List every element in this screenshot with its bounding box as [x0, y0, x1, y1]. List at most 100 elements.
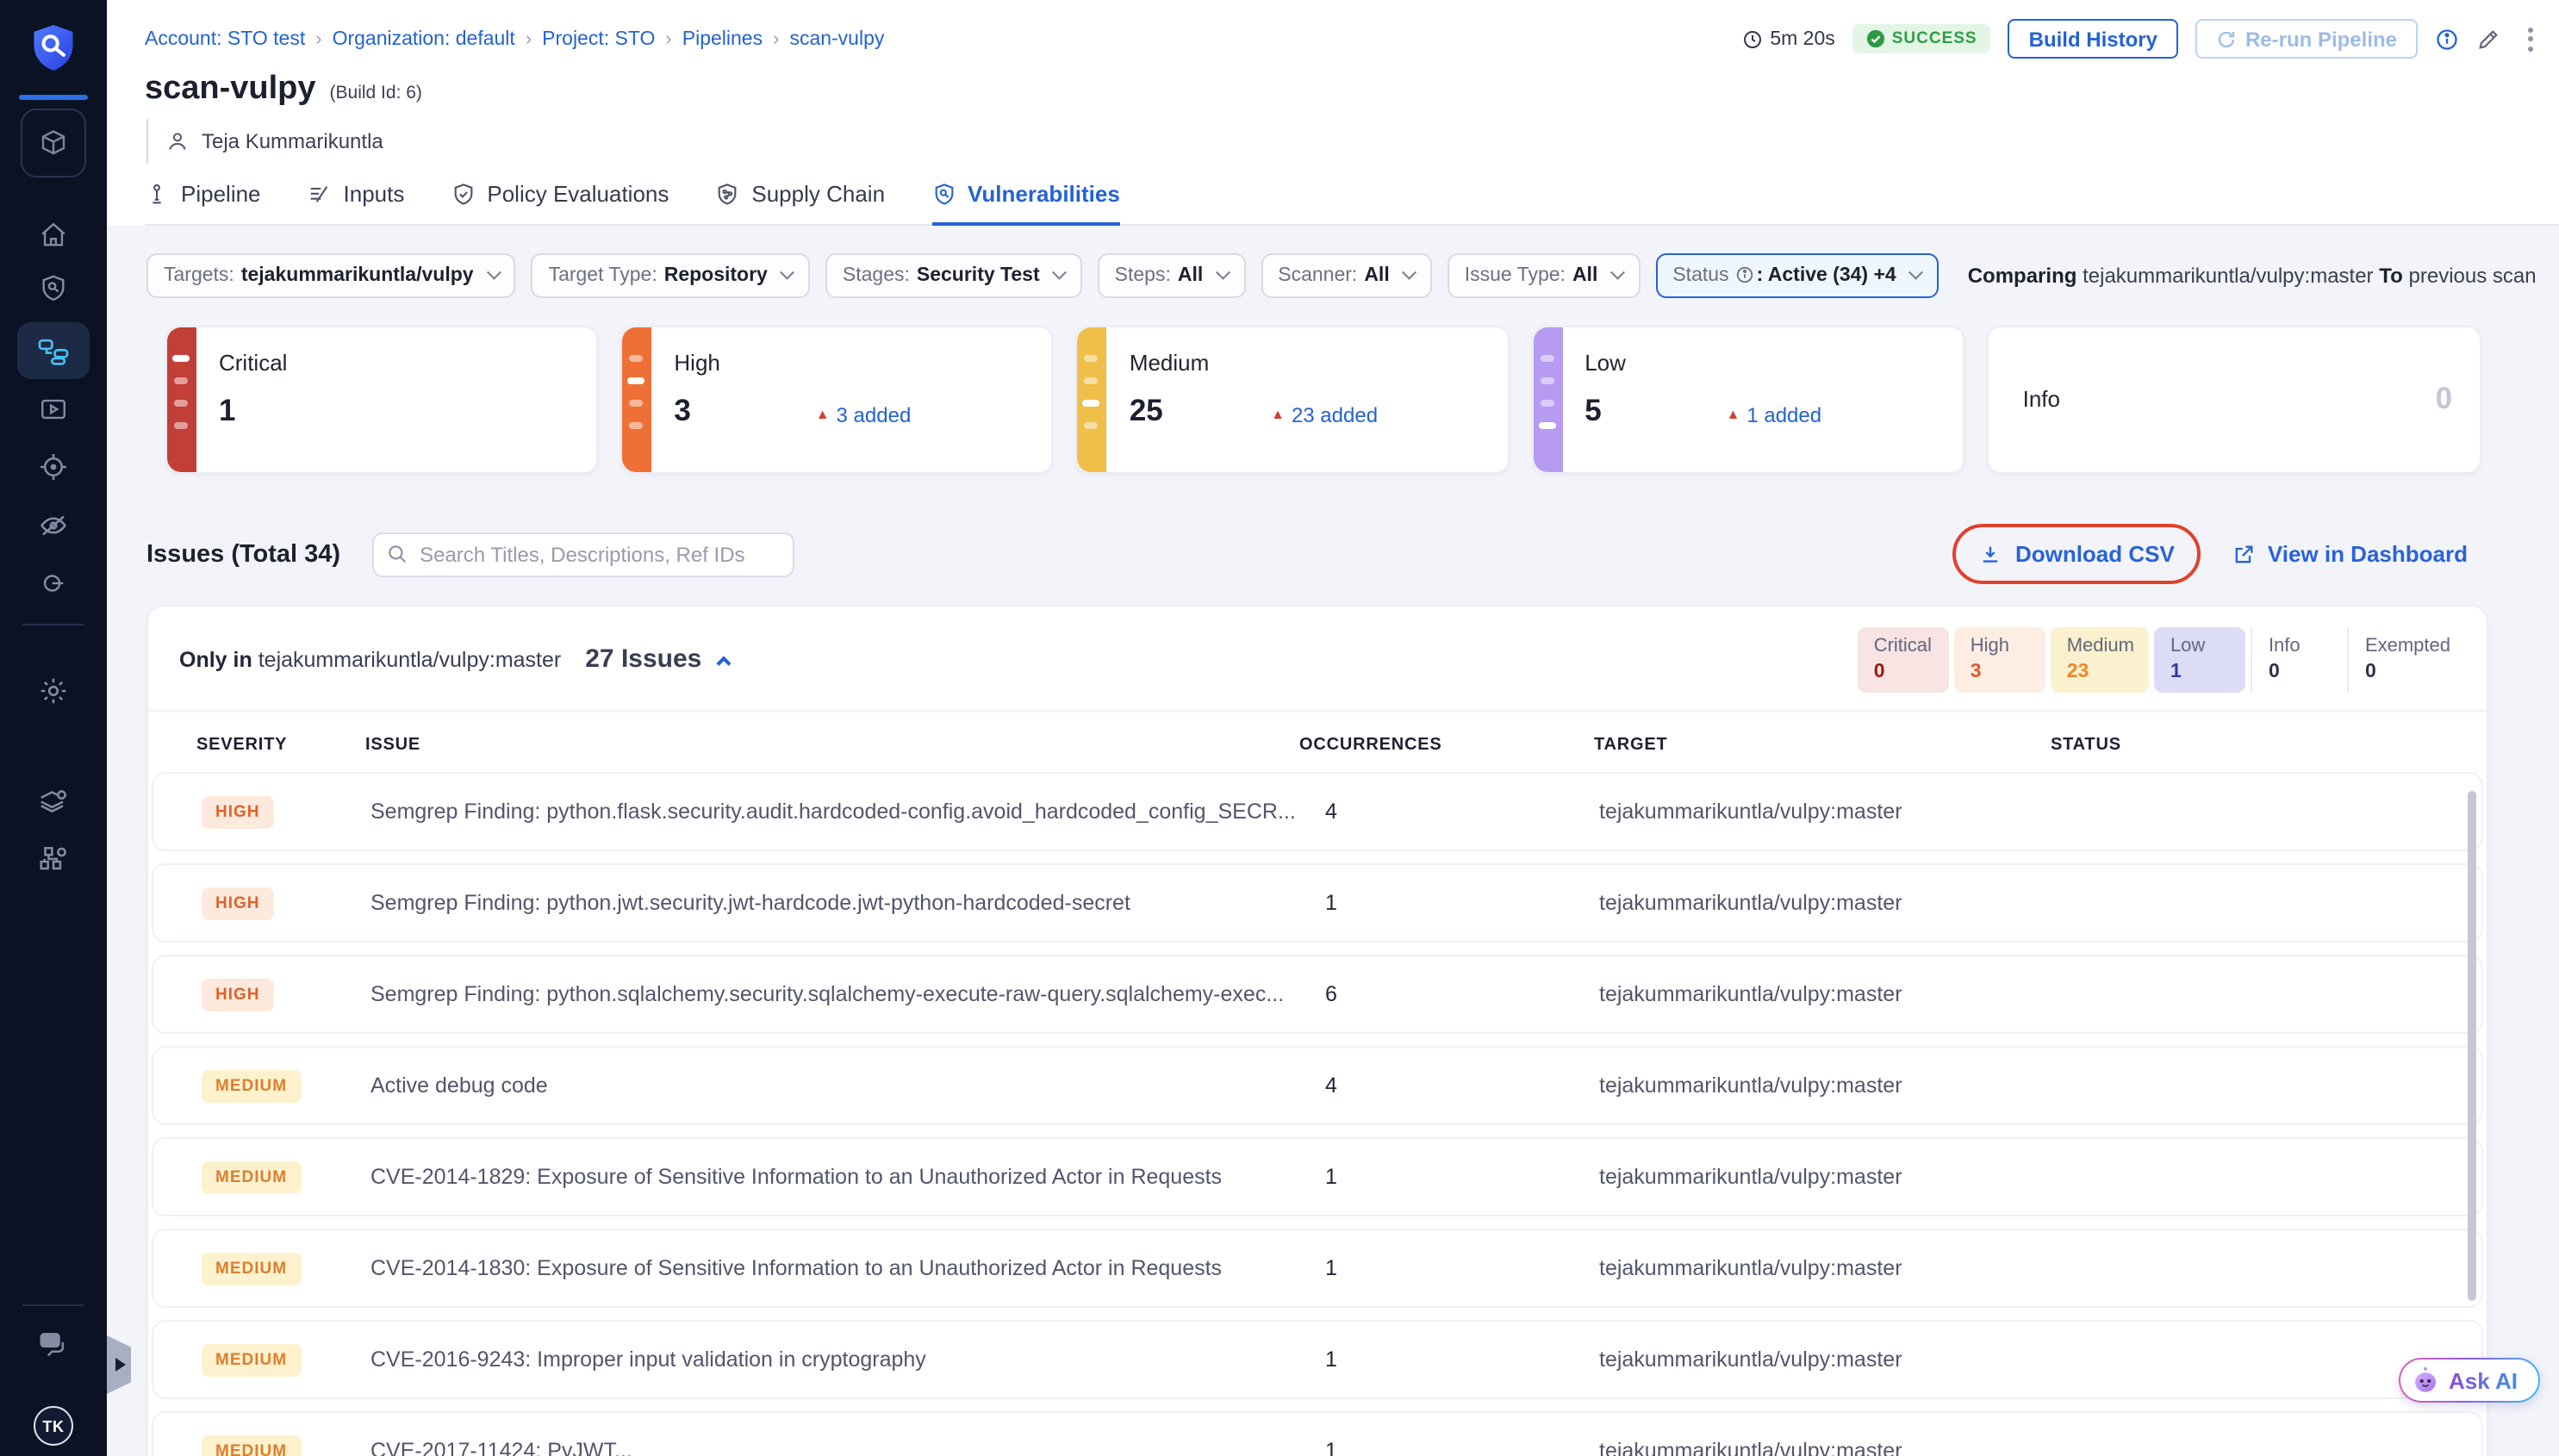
refresh-icon	[2216, 28, 2237, 49]
overview-scan-shield-icon[interactable]	[39, 274, 68, 303]
high-card[interactable]: High 3 ▲3 added	[620, 325, 1053, 473]
left-nav-sidebar: ? TK	[0, 0, 107, 1456]
chevron-down-icon	[1611, 265, 1625, 279]
view-in-dashboard-button[interactable]: View in Dashboard	[2232, 541, 2468, 567]
critical-card[interactable]: Critical 1	[165, 325, 598, 473]
org-settings-icon[interactable]	[37, 843, 70, 875]
default-settings-layers-icon[interactable]	[37, 784, 70, 817]
info-icon	[1736, 265, 1755, 284]
edit-pencil-icon[interactable]	[2476, 27, 2500, 51]
table-row[interactable]: HIGH Semgrep Finding: python.jwt.securit…	[152, 862, 2483, 942]
clock-icon	[1742, 28, 1763, 49]
download-csv-button[interactable]: Download CSV	[1979, 541, 2175, 567]
filters-row: Targets:tejakummarikuntla/vulpy Target T…	[146, 252, 2488, 297]
help-chat-icon[interactable]: ?	[37, 1330, 70, 1360]
ai-robot-icon	[2411, 1366, 2440, 1395]
breadcrumb-project[interactable]: Project: STO	[542, 28, 655, 49]
module-selector-cube-icon[interactable]	[21, 109, 86, 177]
table-scrollbar[interactable]	[2468, 790, 2476, 1300]
severity-badge: HIGH	[202, 887, 274, 919]
breadcrumb-separator: ›	[315, 28, 321, 49]
filter-steps[interactable]: Steps:All	[1098, 252, 1246, 297]
critical-strip	[167, 327, 196, 471]
badge-critical: Critical0	[1859, 626, 1950, 692]
user-avatar[interactable]: TK	[34, 1406, 73, 1446]
execution-tabs: Pipeline Inputs Policy Evaluations Suppl…	[145, 164, 2559, 225]
test-targets-icon[interactable]	[38, 451, 69, 482]
table-row[interactable]: MEDIUM CVE-2014-1829: Exposure of Sensit…	[152, 1136, 2483, 1216]
severity-badge: MEDIUM	[202, 1252, 301, 1285]
tab-pipeline[interactable]: Pipeline	[145, 181, 261, 223]
medium-card[interactable]: Medium 25 ▲23 added	[1076, 325, 1509, 473]
breadcrumb-current[interactable]: scan-vulpy	[789, 28, 884, 49]
issues-search	[371, 532, 794, 576]
breadcrumb-separator: ›	[665, 28, 671, 49]
tickets-icon[interactable]	[39, 569, 68, 598]
issues-total-heading: Issues (Total 34)	[146, 540, 340, 568]
chevron-down-icon	[781, 265, 795, 279]
info-icon[interactable]	[2435, 27, 2459, 51]
breadcrumb-org[interactable]: Organization: default	[333, 28, 515, 49]
filter-status[interactable]: Status : Active (34) +4	[1655, 252, 1938, 297]
build-history-button[interactable]: Build History	[2008, 19, 2178, 59]
tab-policy-evaluations[interactable]: Policy Evaluations	[451, 181, 669, 223]
home-icon[interactable]	[39, 221, 68, 250]
filter-target-type[interactable]: Target Type:Repository	[532, 252, 810, 297]
tab-vulnerabilities[interactable]: Vulnerabilities	[931, 181, 1120, 226]
badge-low: Low1	[2155, 626, 2246, 692]
low-card[interactable]: Low 5 ▲1 added	[1531, 325, 1964, 473]
logo-divider	[19, 95, 88, 100]
delta-up-icon: ▲	[1727, 407, 1740, 422]
severity-badge: MEDIUM	[202, 1434, 301, 1456]
more-options-icon[interactable]	[2518, 23, 2543, 54]
filter-issue-type[interactable]: Issue Type:All	[1448, 252, 1641, 297]
badge-exempted: Exempted0	[2348, 626, 2466, 692]
table-header: SEVERITYISSUE OCCURRENCESTARGET STATUS	[148, 735, 2487, 754]
status-badge: SUCCESS	[1852, 24, 1991, 53]
app-window: ? TK Account: STO test › Organization: de…	[0, 0, 2559, 1456]
table-row[interactable]: MEDIUM CVE-2014-1830: Exposure of Sensit…	[152, 1228, 2483, 1307]
exemptions-eye-slash-icon[interactable]	[38, 510, 69, 541]
table-row[interactable]: MEDIUM CVE-2017-11424: PyJWT... 1 tejaku…	[152, 1410, 2483, 1456]
severity-badge: HIGH	[202, 978, 274, 1011]
severity-badge: MEDIUM	[202, 1343, 301, 1376]
only-in-row: Only in tejakummarikuntla/vulpy:master 2…	[148, 606, 2487, 711]
breadcrumb-account[interactable]: Account: STO test	[145, 28, 305, 49]
sidebar-bottom-divider	[22, 1304, 84, 1306]
info-card[interactable]: Info 0	[1987, 325, 2481, 473]
table-row[interactable]: HIGH Semgrep Finding: python.flask.secur…	[152, 771, 2483, 850]
severity-summary-cards: Critical 1 High 3 ▲3 added Medium 25 ▲23…	[165, 325, 2481, 473]
breadcrumb-separator: ›	[526, 28, 532, 49]
search-icon	[385, 542, 408, 564]
table-row[interactable]: MEDIUM Active debug code 4 tejakummariku…	[152, 1045, 2483, 1124]
table-row[interactable]: HIGH Semgrep Finding: python.sqlalchemy.…	[152, 954, 2483, 1033]
filter-scanner[interactable]: Scanner:All	[1261, 252, 1431, 297]
user-icon	[165, 129, 190, 153]
tab-supply-chain[interactable]: Supply Chain	[715, 181, 885, 223]
breadcrumb: Account: STO test › Organization: default…	[145, 28, 884, 49]
check-circle-icon	[1866, 29, 1885, 48]
pipelines-nav-icon[interactable]	[17, 322, 90, 379]
sto-logo-shield-icon[interactable]	[30, 22, 77, 74]
search-input[interactable]	[371, 532, 794, 576]
filter-targets[interactable]: Targets:tejakummarikuntla/vulpy	[146, 252, 516, 297]
severity-count-badges: Critical0 High3 Medium23 Low1 Info0 Exem…	[1853, 626, 2466, 692]
collapse-chevron-up-icon[interactable]	[717, 656, 732, 671]
chevron-down-icon	[1909, 265, 1923, 279]
settings-gear-icon[interactable]	[38, 675, 69, 706]
badge-medium: Medium23	[2052, 626, 2150, 692]
inputs-icon	[308, 183, 332, 207]
tab-inputs[interactable]: Inputs	[308, 181, 405, 223]
sidebar-divider	[22, 624, 84, 625]
breadcrumb-pipelines[interactable]: Pipelines	[682, 28, 763, 49]
chevron-down-icon	[1403, 265, 1416, 279]
table-row[interactable]: MEDIUM CVE-2016-9243: Improper input val…	[152, 1319, 2483, 1398]
delta-up-icon: ▲	[816, 407, 830, 422]
filter-stages[interactable]: Stages:Security Test	[825, 252, 1082, 297]
svg-text:?: ?	[47, 1334, 54, 1347]
triggered-by-row: Teja Kummarikuntla	[146, 119, 2559, 164]
ask-ai-button[interactable]: Ask AI	[2399, 1358, 2540, 1403]
rerun-pipeline-button[interactable]: Re-run Pipeline	[2195, 19, 2418, 59]
executions-icon[interactable]	[39, 395, 68, 424]
execution-duration: 5m 20s	[1742, 28, 1834, 49]
